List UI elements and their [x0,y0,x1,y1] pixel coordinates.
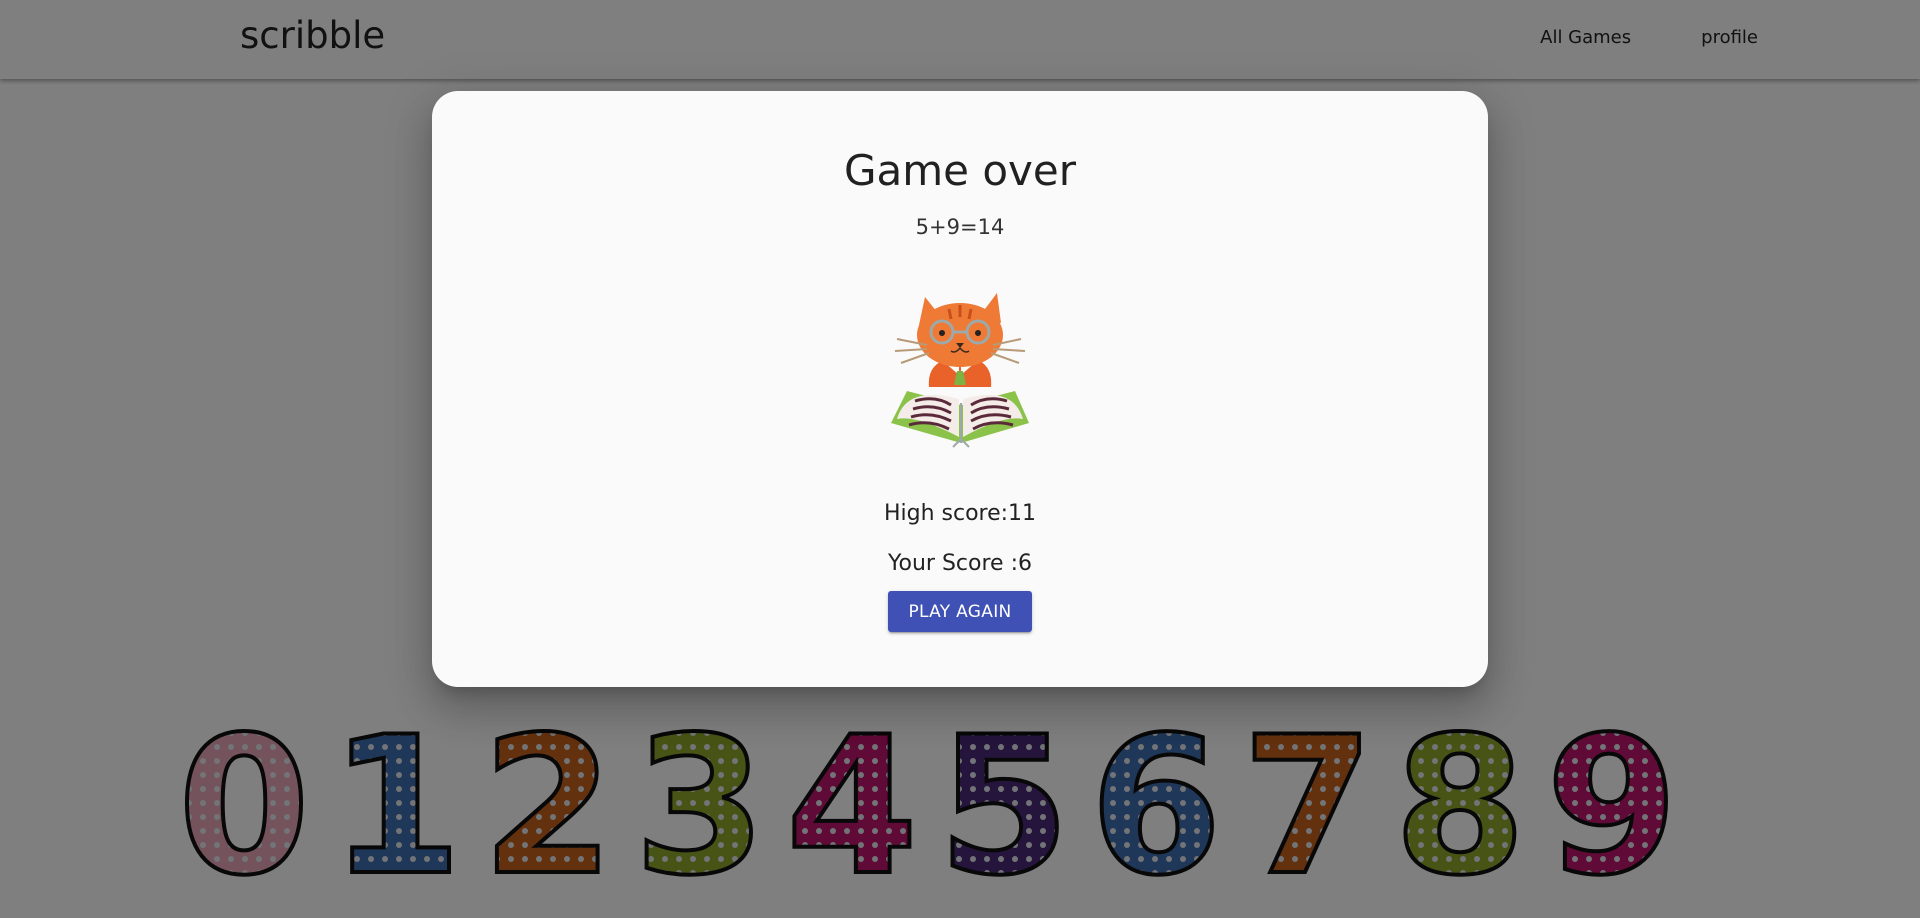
play-again-button[interactable]: PLAY AGAIN [888,591,1032,632]
your-score-text: Your Score :6 [888,551,1032,576]
cat-reading-book-icon [891,293,1029,448]
dialog-title: Game over [843,146,1077,195]
high-score-text: High score:11 [883,501,1037,526]
game-over-dialog: Game over 5+9=14 High score:11 Your Scor… [432,91,1488,687]
equation-text: 5+9=14 [915,215,1005,239]
